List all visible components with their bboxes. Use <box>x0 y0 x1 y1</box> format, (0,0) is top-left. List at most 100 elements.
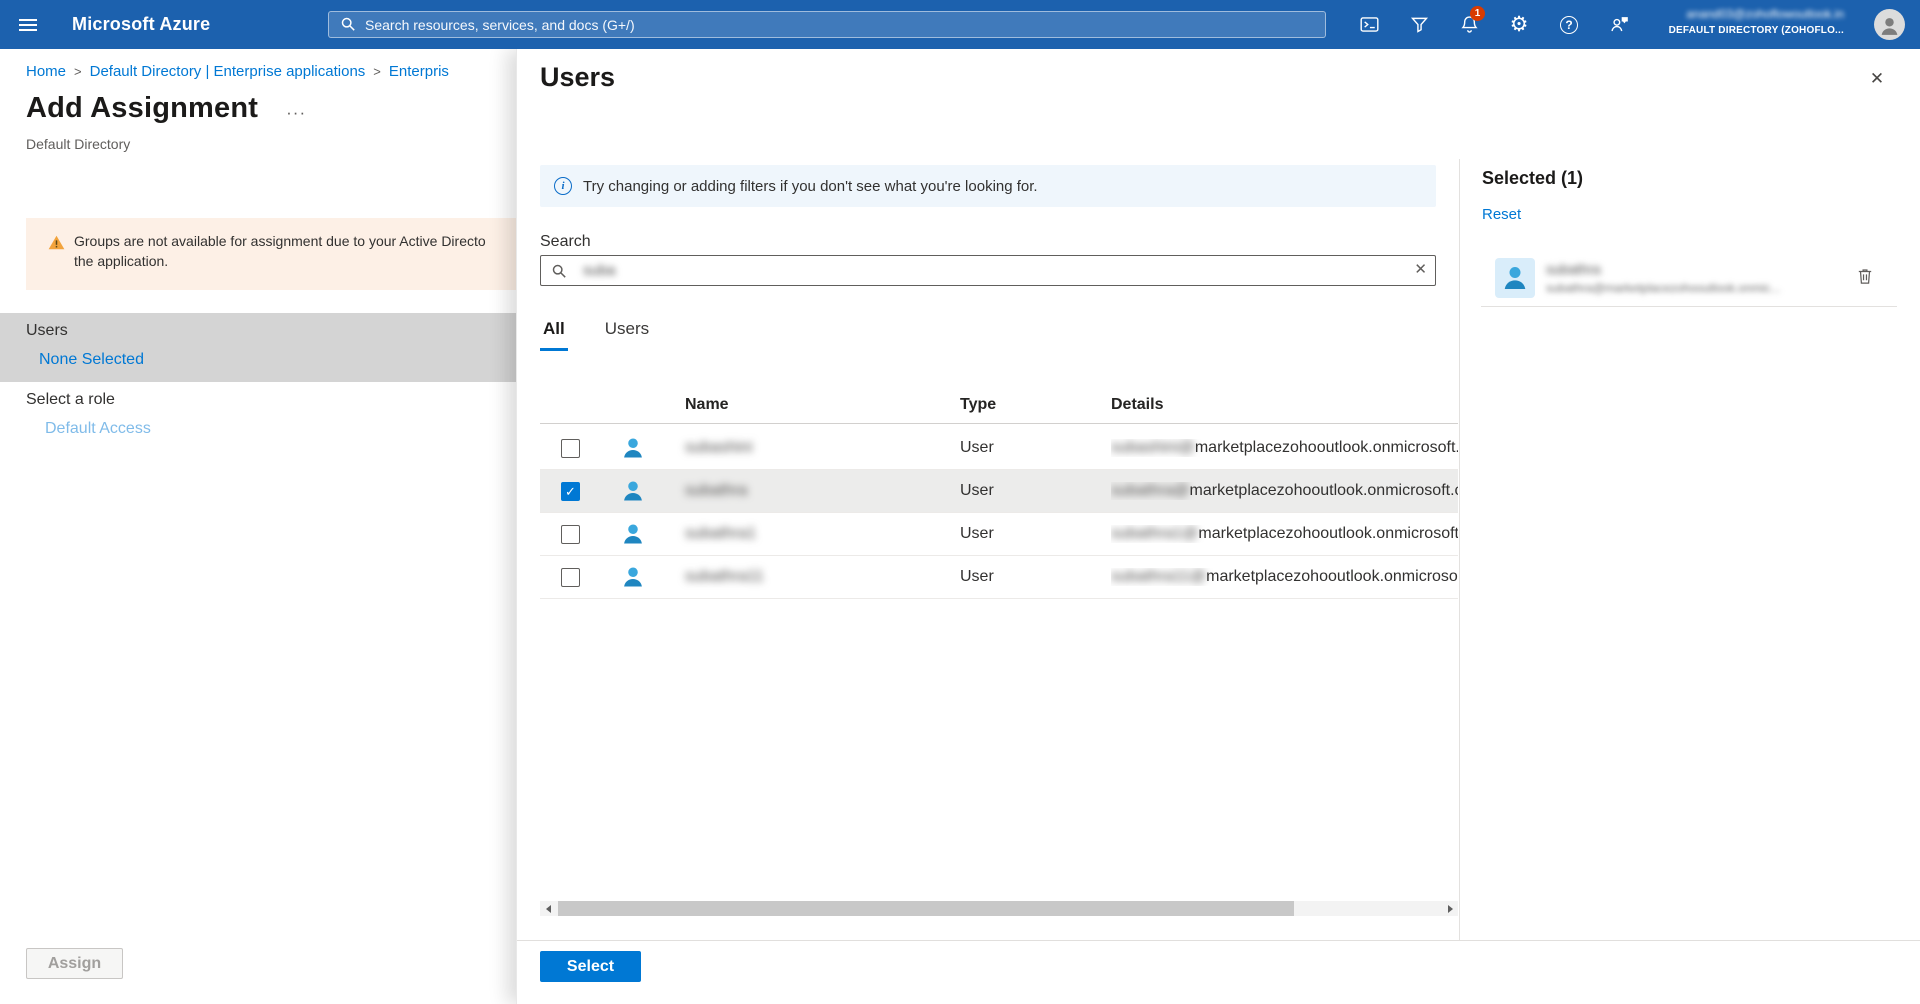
column-details: Details <box>1111 396 1163 414</box>
account-directory: DEFAULT DIRECTORY (ZOHOFLO... <box>1669 25 1844 37</box>
breadcrumb: Home > Default Directory | Enterprise ap… <box>26 63 449 80</box>
tab-all[interactable]: All <box>540 315 568 351</box>
help-icon <box>1560 16 1578 34</box>
scrollbar-thumb[interactable] <box>558 901 1294 916</box>
tab-users[interactable]: Users <box>602 315 652 351</box>
user-type: User <box>960 482 994 500</box>
select-button[interactable]: Select <box>540 951 641 982</box>
selected-count-title: Selected (1) <box>1482 168 1583 189</box>
picker-tabs: All Users <box>540 315 652 351</box>
user-name: subathra <box>685 482 747 500</box>
user-type: User <box>960 568 994 586</box>
none-selected-link[interactable]: None Selected <box>39 351 144 369</box>
warning-text: Groups are not available for assignment … <box>74 231 486 290</box>
user-name: subashini <box>685 439 753 457</box>
cloud-shell-button[interactable] <box>1344 0 1394 49</box>
selected-user-avatar <box>1495 258 1535 298</box>
default-access-link[interactable]: Default Access <box>45 420 151 438</box>
hamburger-menu-button[interactable] <box>4 0 52 49</box>
info-icon <box>554 177 572 195</box>
trash-icon <box>1856 267 1874 285</box>
divider <box>1481 306 1897 307</box>
info-banner-text: Try changing or adding filters if you do… <box>583 178 1038 195</box>
table-row[interactable]: subathra User subathra@marketplacezohoou… <box>540 470 1458 513</box>
panel-footer: Select <box>517 940 1920 1004</box>
user-icon <box>620 564 646 590</box>
more-options-button[interactable]: ··· <box>286 103 306 123</box>
selected-user-name: subathra <box>1546 261 1600 277</box>
users-picker-panel: Users Try changing or adding filters if … <box>516 49 1920 1004</box>
table-header: Name Type Details <box>540 390 1458 424</box>
column-name: Name <box>685 396 729 414</box>
warning-icon <box>48 234 65 251</box>
user-name: subathra1 <box>685 525 756 543</box>
close-icon[interactable] <box>1864 66 1890 92</box>
user-details: subathra1@marketplacezohooutlook.onmicro… <box>1111 525 1458 543</box>
user-icon <box>1500 263 1530 293</box>
row-checkbox[interactable] <box>561 439 580 458</box>
global-search-input[interactable] <box>328 11 1326 38</box>
panel-search-input[interactable]: suba <box>540 255 1436 286</box>
clear-search-icon[interactable] <box>1414 260 1427 278</box>
user-icon <box>620 435 646 461</box>
gear-icon <box>1510 14 1529 35</box>
topbar: Microsoft Azure 1 <box>0 0 1920 49</box>
avatar-person-icon <box>1878 15 1901 38</box>
panel-title: Users <box>540 62 615 93</box>
page-title: Add Assignment <box>26 92 258 125</box>
azure-portal: Microsoft Azure 1 <box>0 0 1920 1004</box>
user-type: User <box>960 439 994 457</box>
avatar[interactable] <box>1874 9 1905 40</box>
scroll-right-icon[interactable] <box>1443 901 1458 916</box>
select-role-label: Select a role <box>26 391 115 409</box>
user-details: subashini@marketplacezohooutlook.onmicro… <box>1111 439 1458 457</box>
directory-filter-button[interactable] <box>1394 0 1444 49</box>
selected-panel: Selected (1) Reset subathra subathra@mar… <box>1459 159 1920 940</box>
user-details: subathra11@marketplacezohooutlook.onmicr… <box>1111 568 1458 586</box>
breadcrumb-enterprise-applications[interactable]: Default Directory | Enterprise applicati… <box>90 63 366 80</box>
search-label: Search <box>540 233 591 251</box>
table-row[interactable]: subathra1 User subathra1@marketplacezoho… <box>540 513 1458 556</box>
notifications-button[interactable]: 1 <box>1444 0 1494 49</box>
user-name: subathra11 <box>685 568 764 586</box>
hamburger-icon <box>19 24 37 26</box>
user-icon <box>620 521 646 547</box>
help-button[interactable] <box>1544 0 1594 49</box>
scroll-left-icon[interactable] <box>540 901 555 916</box>
global-search <box>328 11 1326 38</box>
feedback-button[interactable] <box>1594 0 1644 49</box>
settings-button[interactable] <box>1494 0 1544 49</box>
cloud-shell-icon <box>1359 14 1380 35</box>
breadcrumb-separator: > <box>74 64 82 79</box>
user-details: subathra@marketplacezohooutlook.onmicros… <box>1111 482 1458 500</box>
table-row[interactable]: subathra11 User subathra11@marketplacezo… <box>540 556 1458 599</box>
assign-button[interactable]: Assign <box>26 948 123 979</box>
page-subtitle: Default Directory <box>26 136 130 152</box>
selected-user-card: subathra subathra@marketplacezohooutlook… <box>1460 256 1920 311</box>
brand-title[interactable]: Microsoft Azure <box>72 14 210 35</box>
selected-user-email: subathra@marketplacezohooutlook.onmic... <box>1546 281 1780 295</box>
user-type: User <box>960 525 994 543</box>
reset-link[interactable]: Reset <box>1482 206 1521 223</box>
breadcrumb-current[interactable]: Enterpris <box>389 63 449 80</box>
search-icon <box>551 263 567 279</box>
horizontal-scrollbar[interactable] <box>540 901 1458 916</box>
notification-badge: 1 <box>1470 6 1485 21</box>
breadcrumb-home[interactable]: Home <box>26 63 66 80</box>
row-checkbox[interactable] <box>561 525 580 544</box>
search-query-text: suba <box>583 262 616 279</box>
account-name: anand03@zohoflowoutlook.in <box>1669 7 1844 21</box>
user-icon <box>620 478 646 504</box>
table-row[interactable]: subashini User subashini@marketplacezoho… <box>540 427 1458 470</box>
column-type: Type <box>960 396 996 414</box>
topbar-icons: 1 <box>1344 0 1644 49</box>
filter-icon <box>1409 14 1430 35</box>
feedback-icon <box>1609 14 1630 35</box>
row-checkbox[interactable] <box>561 568 580 587</box>
user-list: subashini User subashini@marketplacezoho… <box>540 427 1458 599</box>
account-info[interactable]: anand03@zohoflowoutlook.in DEFAULT DIREC… <box>1669 7 1844 37</box>
breadcrumb-separator: > <box>373 64 381 79</box>
info-banner: Try changing or adding filters if you do… <box>540 165 1436 207</box>
remove-selected-button[interactable] <box>1854 266 1876 288</box>
row-checkbox[interactable] <box>561 482 580 501</box>
